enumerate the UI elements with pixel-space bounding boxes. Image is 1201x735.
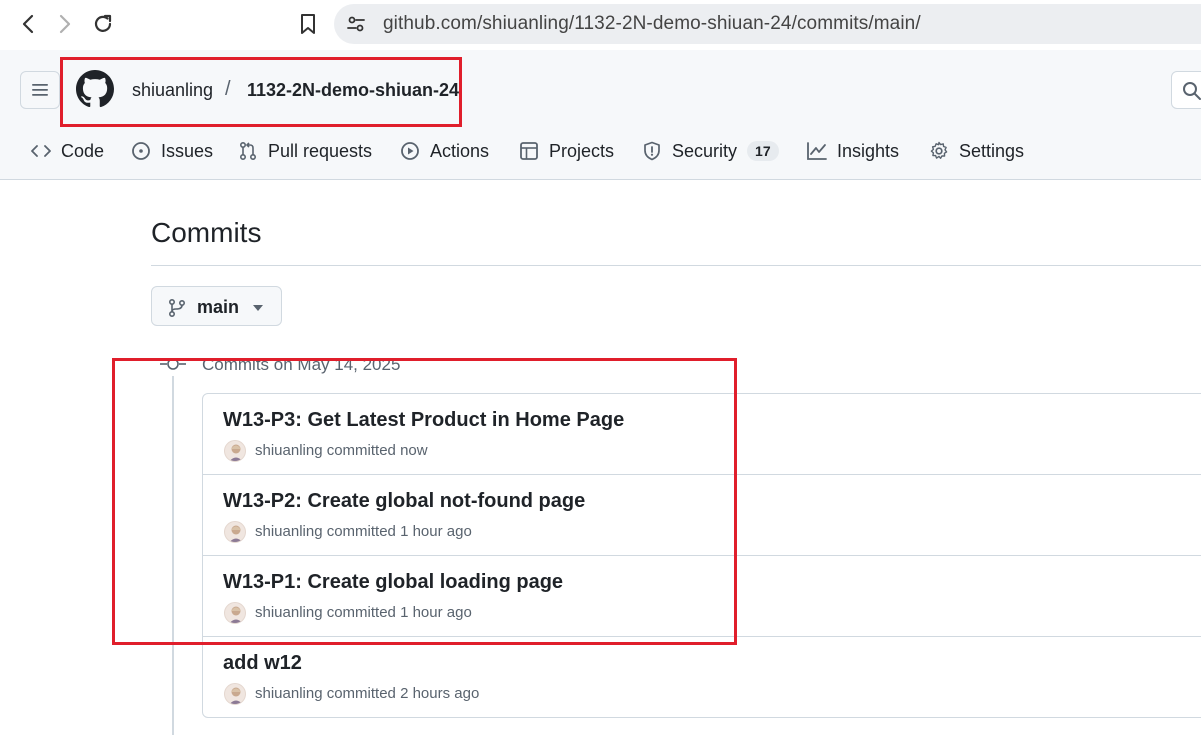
forward-icon[interactable] (51, 10, 79, 38)
search-button[interactable] (1171, 71, 1201, 109)
hamburger-icon (32, 84, 48, 96)
search-icon (1183, 82, 1201, 100)
commit-row: add w12 shiuanling committed 2 hours ago (203, 637, 1201, 717)
site-info-icon[interactable] (346, 14, 366, 34)
git-branch-icon (168, 298, 186, 318)
branch-select-button[interactable]: main (151, 286, 282, 326)
tab-label: Code (61, 140, 105, 161)
tab-label: Issues (161, 140, 214, 161)
annotation-highlight-commits (112, 358, 737, 645)
code-icon (30, 140, 52, 162)
tab-label: Pull requests (268, 140, 373, 161)
repo-tabs: Code Issues Pull requests Actions Projec… (0, 134, 1201, 168)
branch-name: main (197, 297, 240, 317)
play-icon (399, 140, 421, 162)
tab-settings[interactable]: Settings (928, 134, 1024, 168)
triangle-down-icon (253, 305, 263, 311)
graph-icon (806, 140, 828, 162)
tab-security[interactable]: Security 17 (641, 134, 779, 168)
pull-request-icon (237, 140, 259, 162)
tab-projects[interactable]: Projects (518, 134, 614, 168)
tab-actions[interactable]: Actions (399, 134, 489, 168)
issue-icon (130, 140, 152, 162)
gear-icon (928, 140, 950, 162)
tab-label: Settings (959, 140, 1025, 161)
browser-toolbar: github.com/shiuanling/1132-2N-demo-shiua… (0, 0, 1201, 48)
page-title: Commits (151, 217, 262, 248)
security-counter-badge: 17 (747, 141, 779, 161)
annotation-highlight-repo (60, 57, 462, 127)
tab-label: Security (672, 140, 738, 161)
tab-issues[interactable]: Issues (130, 134, 213, 168)
table-icon (518, 140, 540, 162)
avatar[interactable] (224, 683, 246, 705)
shield-icon (641, 140, 663, 162)
reload-icon[interactable] (89, 10, 117, 38)
commit-meta: shiuanling committed 2 hours ago (255, 685, 480, 702)
menu-button[interactable] (20, 71, 60, 109)
tab-code[interactable]: Code (30, 134, 104, 168)
tab-insights[interactable]: Insights (806, 134, 899, 168)
divider (151, 265, 1201, 266)
tab-label: Actions (430, 140, 490, 161)
commit-message-link[interactable]: add w12 (223, 652, 302, 675)
github-header: shiuanling / 1132-2N-demo-shiuan-24 Code… (0, 50, 1201, 180)
address-bar[interactable]: github.com/shiuanling/1132-2N-demo-shiua… (334, 4, 1201, 44)
tab-pull-requests[interactable]: Pull requests (237, 134, 372, 168)
tab-label: Insights (837, 140, 900, 161)
url-text[interactable]: github.com/shiuanling/1132-2N-demo-shiua… (383, 13, 921, 35)
tab-label: Projects (549, 140, 615, 161)
back-icon[interactable] (14, 10, 42, 38)
bookmark-icon[interactable] (294, 10, 322, 38)
